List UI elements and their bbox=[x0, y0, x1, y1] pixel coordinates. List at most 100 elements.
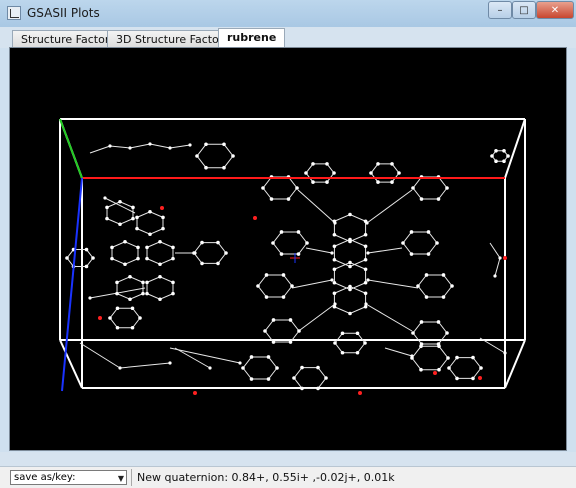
carbon-atom bbox=[300, 386, 304, 391]
carbon-atom bbox=[333, 341, 337, 345]
carbon-atom bbox=[275, 366, 279, 370]
carbon-atom bbox=[130, 325, 135, 330]
carbon-atom bbox=[110, 256, 114, 261]
carbon-atom bbox=[249, 377, 254, 381]
carbon-atom bbox=[348, 264, 352, 269]
bond bbox=[149, 143, 171, 149]
carbon-atom bbox=[364, 302, 368, 306]
carbon-atom bbox=[145, 245, 149, 250]
bond bbox=[174, 347, 211, 369]
carbon-atom bbox=[390, 180, 394, 184]
carbon-atom bbox=[300, 365, 304, 370]
carbon-atom bbox=[332, 232, 337, 237]
carbon-atom bbox=[305, 241, 309, 245]
bond bbox=[489, 242, 501, 259]
structure-3d-view[interactable] bbox=[10, 48, 566, 450]
carbon-atom bbox=[216, 261, 220, 266]
carbon-atom bbox=[279, 252, 284, 256]
carbon-atom bbox=[292, 376, 296, 380]
minimize-button[interactable]: – bbox=[488, 1, 512, 19]
carbon-atom bbox=[355, 350, 360, 355]
carbon-atom bbox=[249, 355, 254, 359]
carbon-atom bbox=[401, 241, 405, 245]
ring-bond bbox=[136, 211, 164, 235]
carbon-atom bbox=[279, 230, 284, 234]
carbon-atom bbox=[145, 291, 149, 296]
carbon-atom bbox=[369, 171, 373, 175]
structure-plot-canvas[interactable] bbox=[9, 47, 567, 451]
tab-rubrene[interactable]: rubrene bbox=[218, 28, 286, 48]
carbon-atom bbox=[363, 267, 368, 272]
carbon-atom bbox=[450, 284, 454, 288]
carbon-atom bbox=[330, 251, 334, 255]
carbon-atom bbox=[411, 331, 415, 335]
ring-bond bbox=[417, 274, 453, 298]
oxygen-atom bbox=[433, 371, 437, 375]
carbon-atom bbox=[426, 230, 431, 234]
maximize-icon: □ bbox=[519, 4, 529, 16]
molecule-bonds bbox=[66, 143, 509, 389]
bond bbox=[367, 247, 403, 254]
carbon-atom bbox=[200, 240, 204, 245]
carbon-atom bbox=[446, 356, 450, 360]
carbon-atom bbox=[437, 344, 441, 349]
carbon-atom bbox=[128, 274, 132, 279]
carbon-atom bbox=[84, 264, 89, 269]
carbon-atom bbox=[200, 261, 204, 266]
bond bbox=[169, 144, 191, 149]
window-title: GSASII Plots bbox=[27, 6, 100, 20]
carbon-atom bbox=[325, 180, 329, 184]
close-button[interactable]: ✕ bbox=[536, 1, 574, 19]
carbon-atom bbox=[410, 354, 414, 358]
status-text: New quaternion: 0.84+, 0.55i+ ,-0.02j+, … bbox=[137, 471, 395, 484]
carbon-atom bbox=[118, 222, 122, 227]
carbon-atom bbox=[363, 244, 368, 249]
oxygen-atom bbox=[358, 391, 362, 395]
carbon-atom bbox=[471, 376, 475, 381]
window-titlebar[interactable]: GSASII Plots – □ ✕ bbox=[0, 0, 576, 28]
backbone-ring bbox=[333, 213, 367, 243]
ring-bond bbox=[402, 231, 438, 255]
carbon-atom bbox=[123, 262, 127, 267]
save-as-dropdown[interactable]: save as/key: ▼ bbox=[10, 470, 127, 485]
carbon-atom bbox=[168, 361, 172, 365]
carbon-atom bbox=[348, 212, 352, 217]
carbon-atom bbox=[281, 273, 286, 277]
carbon-atom bbox=[123, 239, 127, 244]
carbon-atom bbox=[332, 267, 337, 272]
carbon-atom bbox=[231, 154, 235, 158]
carbon-atom bbox=[148, 232, 152, 237]
carbon-atom bbox=[204, 165, 208, 170]
bond bbox=[365, 303, 413, 332]
ring-bond bbox=[196, 143, 234, 169]
carbon-atom bbox=[441, 295, 446, 299]
carbon-atom bbox=[108, 144, 112, 148]
carbon-atom bbox=[141, 280, 145, 285]
carbon-atom bbox=[84, 247, 89, 252]
carbon-atom bbox=[195, 154, 199, 158]
ring-bond bbox=[242, 356, 278, 380]
carbon-atom bbox=[128, 146, 132, 150]
carbon-atom bbox=[271, 241, 275, 245]
carbon-atom bbox=[436, 320, 441, 324]
bond bbox=[494, 257, 501, 277]
carbon-atom bbox=[171, 245, 175, 250]
cell-edge bbox=[504, 339, 526, 389]
carbon-atom bbox=[316, 386, 320, 391]
ring-bond bbox=[411, 345, 449, 371]
carbon-atom bbox=[502, 149, 506, 153]
carbon-atom bbox=[340, 331, 345, 336]
carbon-atom bbox=[256, 284, 260, 288]
carbon-atom bbox=[332, 244, 337, 249]
carbon-atom bbox=[365, 221, 369, 225]
oxygen-atom bbox=[478, 376, 482, 380]
carbon-atom bbox=[65, 256, 69, 260]
save-as-label: save as/key: bbox=[14, 472, 76, 483]
maximize-button[interactable]: □ bbox=[512, 1, 536, 19]
carbon-atom bbox=[88, 296, 92, 300]
carbon-atom bbox=[115, 291, 119, 296]
unit-cell bbox=[59, 118, 526, 389]
carbon-atom bbox=[355, 331, 360, 336]
oxygen-atom bbox=[160, 206, 164, 210]
carbon-atom bbox=[131, 216, 135, 221]
